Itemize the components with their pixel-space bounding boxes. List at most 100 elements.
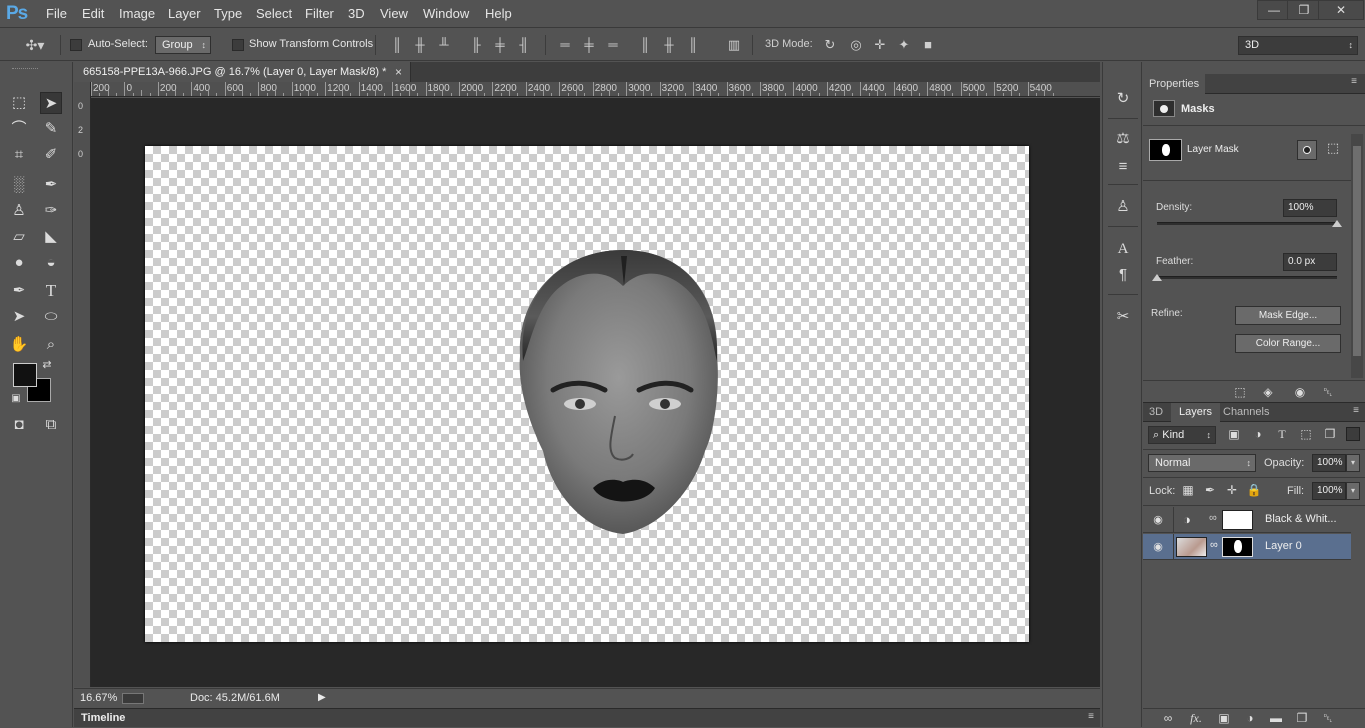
zoom-level[interactable]: 16.67% <box>80 692 117 704</box>
type-tool-icon[interactable]: T <box>40 280 62 302</box>
filter-kind-dropdown[interactable]: ⌕ Kind <box>1148 426 1216 444</box>
adjustments-icon[interactable]: ≡ <box>1112 156 1134 178</box>
tab-3d[interactable]: 3D <box>1149 406 1163 418</box>
close-document-icon[interactable]: × <box>395 62 402 82</box>
align-left-icon[interactable]: ╟ <box>468 37 484 53</box>
filter-adjustment-icon[interactable]: ◑ <box>1249 427 1267 443</box>
mask-link-icon[interactable]: ∞ <box>1210 539 1218 551</box>
auto-align-icon[interactable]: ▥ <box>726 37 742 53</box>
history-panel-icon[interactable]: ↻ <box>1112 88 1134 110</box>
layer-mask-thumbnail[interactable] <box>1149 139 1182 161</box>
lock-transparent-icon[interactable]: ▦ <box>1179 483 1197 499</box>
lock-position-icon[interactable]: ✛ <box>1223 483 1241 499</box>
menu-view[interactable]: View <box>380 6 408 21</box>
layer-image-thumbnail[interactable] <box>1176 537 1207 557</box>
fill-slider-toggle-icon[interactable]: ▾ <box>1346 482 1360 500</box>
zoom-tool-icon[interactable]: ⌕ <box>40 334 62 356</box>
image-canvas[interactable] <box>145 146 1029 642</box>
crop-tool-icon[interactable]: ⌗ <box>8 144 30 166</box>
menu-select[interactable]: Select <box>256 6 292 21</box>
adjustment-mask-thumbnail[interactable] <box>1222 510 1253 530</box>
dodge-tool-icon[interactable]: ◒ <box>40 252 62 274</box>
lock-image-icon[interactable]: ✒ <box>1201 483 1219 499</box>
history-brush-icon[interactable]: ✑ <box>40 200 62 222</box>
quick-selection-icon[interactable]: ✎ <box>40 118 62 140</box>
align-vcenter-icon[interactable]: ╫ <box>412 37 428 53</box>
restore-button[interactable]: ❐ <box>1287 0 1321 20</box>
screen-mode-icon[interactable]: ⧉ <box>40 414 62 436</box>
toggle-mask-visibility-icon[interactable]: ◉ <box>1291 385 1309 401</box>
select-pixel-mask-button[interactable] <box>1297 140 1317 160</box>
color-range-button[interactable]: Color Range... <box>1235 334 1341 353</box>
path-selection-icon[interactable]: ➤ <box>8 306 30 328</box>
blur-tool-icon[interactable]: ● <box>8 252 30 274</box>
opacity-slider-toggle-icon[interactable]: ▾ <box>1346 454 1360 472</box>
menu-help[interactable]: Help <box>485 6 512 21</box>
ellipse-tool-icon[interactable]: ⬭ <box>40 306 62 328</box>
status-menu-arrow-icon[interactable]: ▶ <box>318 692 326 703</box>
blend-mode-dropdown[interactable]: Normal <box>1148 454 1256 472</box>
fill-field[interactable]: 100% <box>1312 482 1346 500</box>
distribute-bottom-icon[interactable]: ═ <box>605 37 621 53</box>
properties-scrollbar[interactable] <box>1351 134 1363 378</box>
menu-layer[interactable]: Layer <box>168 6 201 21</box>
new-group-icon[interactable]: ▬ <box>1267 711 1285 727</box>
distribute-hcenter-icon[interactable]: ╫ <box>661 37 677 53</box>
apply-mask-icon[interactable]: ◈ <box>1259 385 1277 401</box>
density-field[interactable]: 100% <box>1283 199 1337 217</box>
status-preview-icon[interactable] <box>122 693 144 704</box>
delete-layer-icon[interactable]: ␡ <box>1319 711 1337 727</box>
clone-source-icon[interactable]: ♙ <box>1112 196 1134 218</box>
move-tool-preset-icon[interactable]: ✣▾ <box>22 37 48 53</box>
layer-mask-thumbnail[interactable] <box>1222 537 1253 557</box>
marquee-tool-icon[interactable]: ⬚ <box>8 92 30 114</box>
menu-type[interactable]: Type <box>214 6 242 21</box>
document-tab[interactable]: 665158-PPE13A-966.JPG @ 16.7% (Layer 0, … <box>74 62 411 82</box>
healing-brush-icon[interactable]: ░ <box>8 174 30 196</box>
toolbox-grip[interactable] <box>12 68 38 71</box>
mask-link-icon[interactable]: ∞ <box>1209 512 1217 524</box>
load-selection-icon[interactable]: ⬚ <box>1231 385 1249 401</box>
add-mask-icon[interactable]: ▣ <box>1215 711 1233 727</box>
3d-rotate-icon[interactable]: ↻ <box>822 37 838 53</box>
feather-slider[interactable] <box>1157 276 1337 279</box>
brush-tool-icon[interactable]: ✒ <box>40 174 62 196</box>
3d-scale-icon[interactable]: ■ <box>920 37 936 53</box>
tool-presets-icon[interactable]: ⚖ <box>1112 128 1134 150</box>
hand-tool-icon[interactable]: ✋ <box>8 334 30 356</box>
filter-pixel-icon[interactable]: ▣ <box>1225 427 1243 443</box>
layers-menu-icon[interactable]: ≡ <box>1353 405 1359 416</box>
swap-colors-icon[interactable]: ⇄ <box>40 358 54 372</box>
tab-properties[interactable]: Properties <box>1143 74 1206 94</box>
default-colors-icon[interactable]: ▣ <box>9 392 23 406</box>
filter-shape-icon[interactable]: ⬚ <box>1297 427 1315 443</box>
visibility-eye-icon[interactable]: ◉ <box>1151 540 1165 554</box>
3d-slide-icon[interactable]: ✦ <box>896 37 912 53</box>
layer-name[interactable]: Layer 0 <box>1265 540 1302 552</box>
visibility-eye-icon[interactable]: ◉ <box>1151 513 1165 527</box>
feather-field[interactable]: 0.0 px <box>1283 253 1337 271</box>
mask-edge-button[interactable]: Mask Edge... <box>1235 306 1341 325</box>
layers-scrollbar[interactable] <box>1351 507 1363 707</box>
paint-bucket-icon[interactable]: ◣ <box>40 226 62 248</box>
distribute-left-icon[interactable]: ║ <box>637 37 653 53</box>
3d-roll-icon[interactable]: ◎ <box>848 37 864 53</box>
align-top-icon[interactable]: ║ <box>389 37 405 53</box>
timeline-menu-icon[interactable]: ≡ <box>1088 711 1094 722</box>
distribute-right-icon[interactable]: ║ <box>685 37 701 53</box>
menu-edit[interactable]: Edit <box>82 6 104 21</box>
tab-channels[interactable]: Channels <box>1223 406 1269 418</box>
close-window-button[interactable]: ✕ <box>1318 0 1364 20</box>
menu-3d[interactable]: 3D <box>348 6 365 21</box>
layer-row-layer-0[interactable]: ◉ ∞ Layer 0 <box>1143 534 1351 560</box>
minimize-button[interactable]: — <box>1257 0 1291 20</box>
delete-mask-icon[interactable]: ␡ <box>1319 385 1337 401</box>
auto-select-checkbox[interactable] <box>70 39 82 51</box>
new-adjustment-layer-icon[interactable]: ◑ <box>1241 711 1259 727</box>
eyedropper-icon[interactable]: ✐ <box>40 144 62 166</box>
filter-type-icon[interactable]: T <box>1273 427 1291 443</box>
filter-smart-object-icon[interactable]: ❐ <box>1321 427 1339 443</box>
distribute-vcenter-icon[interactable]: ╪ <box>581 37 597 53</box>
move-tool-icon[interactable]: ➤ <box>40 92 62 114</box>
document-workspace[interactable] <box>91 98 1100 687</box>
